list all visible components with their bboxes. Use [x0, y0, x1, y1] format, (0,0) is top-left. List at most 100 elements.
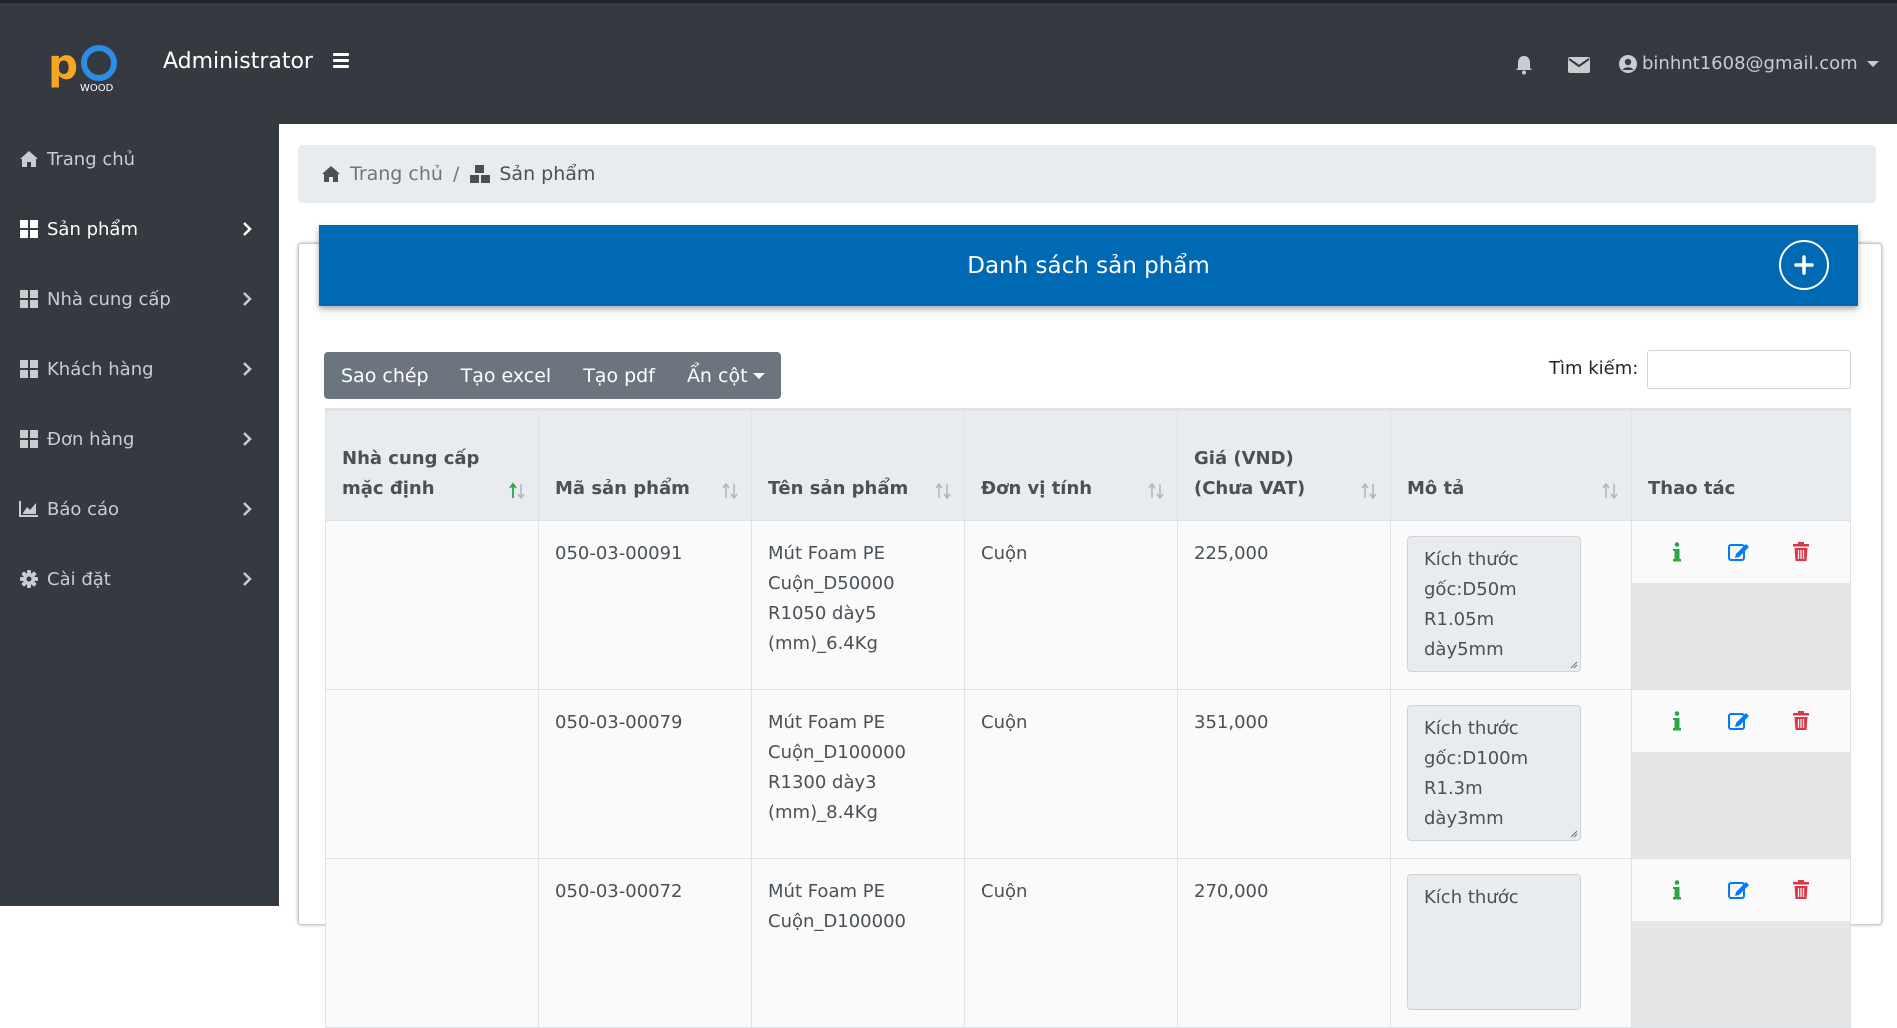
- sort-icon: [722, 482, 738, 500]
- user-email: binhnt1608@gmail.com: [1642, 53, 1858, 74]
- action-bar: [1632, 521, 1850, 583]
- table-row: 050-03-00079 Mút Foam PE Cuộn_D100000 R1…: [325, 689, 1851, 859]
- cell-price: 270,000: [1177, 858, 1391, 1028]
- info-button[interactable]: [1646, 880, 1708, 900]
- cell-name: Mút Foam PE Cuộn_D50000 R1050 dày5 (mm)_…: [751, 520, 965, 690]
- excel-button[interactable]: Tạo excel: [445, 352, 568, 399]
- column-header-description[interactable]: Mô tả: [1390, 408, 1632, 521]
- menu-toggle-icon[interactable]: [333, 53, 349, 71]
- cell-supplier: [325, 858, 539, 1028]
- delete-button[interactable]: [1770, 711, 1832, 731]
- sidebar-item-label: Sản phẩm: [47, 218, 138, 240]
- sidebar-item-settings[interactable]: Cài đặt: [0, 554, 279, 604]
- name-line: R1050 dày5: [768, 603, 877, 624]
- name-line: Cuộn_D100000: [768, 911, 906, 932]
- trash-icon: [1793, 711, 1809, 730]
- sidebar-item-label: Báo cáo: [47, 498, 120, 520]
- breadcrumb-separator: /: [452, 163, 460, 185]
- svg-text:p: p: [48, 41, 78, 89]
- header-label: Nhà cung cấp: [342, 448, 480, 469]
- card-title: Danh sách sản phẩm: [967, 252, 1210, 279]
- cell-code: 050-03-00072: [538, 858, 752, 1028]
- edit-button[interactable]: [1708, 711, 1770, 731]
- edit-button[interactable]: [1708, 880, 1770, 900]
- search-input[interactable]: [1647, 350, 1851, 389]
- cell-unit: Cuộn: [964, 520, 1178, 690]
- table-row: 050-03-00072 Mút Foam PE Cuộn_D100000 Cu…: [325, 858, 1851, 1028]
- name-line: Mút Foam PE: [768, 712, 885, 733]
- chevron-right-icon: [243, 222, 252, 236]
- column-header-unit[interactable]: Đơn vị tính: [964, 408, 1178, 521]
- column-visibility-button[interactable]: Ẩn cột: [671, 352, 781, 399]
- resize-grip-icon[interactable]: [1568, 659, 1578, 669]
- pdf-button[interactable]: Tạo pdf: [567, 352, 671, 399]
- edit-button[interactable]: [1708, 542, 1770, 562]
- grid-icon: [19, 430, 39, 448]
- header-label: Giá (VND): [1194, 448, 1294, 469]
- info-icon: [1673, 711, 1681, 731]
- delete-button[interactable]: [1770, 542, 1832, 562]
- table-header-row: Nhà cung cấp mặc định Mã sản phẩm Tên sả…: [325, 408, 1851, 521]
- powood-logo[interactable]: p WOOD: [44, 41, 124, 93]
- breadcrumb-current: Sản phẩm: [469, 163, 595, 185]
- user-circle-icon: [1619, 54, 1637, 73]
- boxes-icon: [470, 165, 491, 183]
- cell-name: Mút Foam PE Cuộn_D100000 R1300 dày3 (mm)…: [751, 689, 965, 859]
- chevron-right-icon: [243, 362, 252, 376]
- info-button[interactable]: [1646, 542, 1708, 562]
- trash-icon: [1793, 880, 1809, 899]
- header-label: Mã sản phẩm: [555, 478, 690, 499]
- delete-button[interactable]: [1770, 880, 1832, 900]
- column-visibility-label: Ẩn cột: [686, 364, 748, 387]
- name-line: Mút Foam PE: [768, 543, 885, 564]
- sort-icon: [1602, 482, 1618, 500]
- column-header-price[interactable]: Giá (VND) (Chưa VAT): [1177, 408, 1391, 521]
- column-header-supplier[interactable]: Nhà cung cấp mặc định: [325, 408, 539, 521]
- sidebar: Trang chủ Sản phẩm Nhà cung cấp Khách hà…: [0, 124, 279, 906]
- sidebar-item-customers[interactable]: Khách hàng: [0, 344, 279, 394]
- copy-button[interactable]: Sao chép: [324, 352, 445, 399]
- sidebar-item-home[interactable]: Trang chủ: [0, 134, 279, 184]
- sidebar-item-orders[interactable]: Đơn hàng: [0, 414, 279, 464]
- breadcrumb-current-label: Sản phẩm: [499, 163, 596, 185]
- description-textarea[interactable]: Kích thước gốc:D50m R1.05m dày5mm: [1407, 536, 1581, 672]
- cell-price: 225,000: [1177, 520, 1391, 690]
- header-label: Thao tác: [1648, 478, 1736, 499]
- info-button[interactable]: [1646, 711, 1708, 731]
- info-icon: [1673, 880, 1681, 900]
- description-textarea[interactable]: Kích thước: [1407, 874, 1581, 1010]
- sort-icon: [1361, 482, 1377, 500]
- chevron-right-icon: [243, 292, 252, 306]
- resize-grip-icon[interactable]: [1568, 828, 1578, 838]
- sidebar-item-products[interactable]: Sản phẩm: [0, 204, 279, 254]
- chevron-down-icon: [752, 372, 765, 379]
- sort-asc-icon: [509, 482, 525, 500]
- envelope-icon[interactable]: [1568, 57, 1590, 73]
- cell-description: Kích thước gốc:D100m R1.3m dày3mm: [1390, 689, 1632, 859]
- add-product-button[interactable]: [1779, 240, 1829, 290]
- column-header-name[interactable]: Tên sản phẩm: [751, 408, 965, 521]
- bell-icon[interactable]: [1515, 55, 1533, 75]
- name-line: Cuộn_D100000: [768, 742, 906, 763]
- name-line: (mm)_6.4Kg: [768, 633, 878, 654]
- user-menu[interactable]: binhnt1608@gmail.com: [1618, 53, 1879, 74]
- description-textarea[interactable]: Kích thước gốc:D100m R1.3m dày3mm: [1407, 705, 1581, 841]
- cell-unit: Cuộn: [964, 858, 1178, 1028]
- action-bar: [1632, 859, 1850, 921]
- chart-icon: [19, 501, 39, 517]
- action-bar: [1632, 690, 1850, 752]
- breadcrumb-home[interactable]: Trang chủ: [320, 163, 443, 185]
- cell-price: 351,000: [1177, 689, 1391, 859]
- home-icon: [322, 166, 340, 182]
- cell-supplier: [325, 689, 539, 859]
- svg-text:WOOD: WOOD: [80, 83, 114, 93]
- breadcrumb: Trang chủ / Sản phẩm: [298, 145, 1876, 203]
- name-line: Cuộn_D50000: [768, 573, 895, 594]
- column-header-code[interactable]: Mã sản phẩm: [538, 408, 752, 521]
- sidebar-item-reports[interactable]: Báo cáo: [0, 484, 279, 534]
- cell-actions: [1631, 689, 1851, 859]
- sidebar-item-suppliers[interactable]: Nhà cung cấp: [0, 274, 279, 324]
- cell-unit: Cuộn: [964, 689, 1178, 859]
- name-line: (mm)_8.4Kg: [768, 802, 878, 823]
- info-icon: [1673, 542, 1681, 562]
